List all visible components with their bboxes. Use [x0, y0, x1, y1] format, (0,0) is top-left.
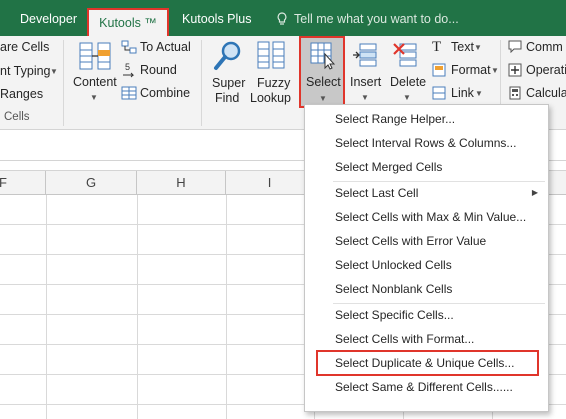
- fuzzy-lookup-icon: [257, 41, 285, 69]
- prevent-typing-button[interactable]: nt Typing: [0, 64, 51, 78]
- caret-down-icon: ▼: [403, 93, 411, 102]
- caret-down-icon: ▼: [50, 67, 58, 76]
- select-cells-icon: [310, 42, 336, 70]
- select-dropdown-menu: Select Range Helper... Select Interval R…: [304, 104, 549, 412]
- menu-item-select-unlocked-cells[interactable]: Select Unlocked Cells: [305, 253, 548, 277]
- group-separator: [63, 40, 64, 126]
- menu-item-select-last-cell[interactable]: Select Last Cell ▶: [305, 181, 548, 205]
- menu-item-select-interval-rows-columns[interactable]: Select Interval Rows & Columns...: [305, 131, 548, 155]
- select-label: Select: [306, 75, 341, 89]
- group-label-cells: Cells: [4, 111, 30, 123]
- menu-item-select-cells-with-format[interactable]: Select Cells with Format...: [305, 327, 548, 351]
- menu-item-select-same-different[interactable]: Select Same & Different Cells......: [305, 375, 548, 399]
- content-icon: [79, 42, 111, 70]
- caret-down-icon: ▼: [361, 93, 369, 102]
- fuzzy-lookup-label-line1: Fuzzy: [257, 76, 291, 90]
- svg-text:5: 5: [125, 62, 130, 72]
- menu-item-select-cells-error-value[interactable]: Select Cells with Error Value: [305, 229, 548, 253]
- caret-down-icon: ▼: [491, 66, 499, 75]
- round-icon: 5: [123, 62, 135, 78]
- text-t-icon: T: [432, 39, 442, 55]
- ribbon-tab-bar: Developer Kutools ™ Kutools Plus Tell me…: [0, 0, 566, 36]
- delete-label: Delete: [390, 75, 427, 89]
- group-separator: [201, 40, 202, 126]
- menu-item-label: Select Last Cell: [335, 186, 419, 200]
- insert-icon: [353, 43, 377, 67]
- column-header-g[interactable]: G: [46, 171, 137, 195]
- delete-icon: [393, 43, 417, 67]
- link-icon: [432, 86, 446, 100]
- calculator-icon: [509, 86, 521, 100]
- content-label: Content: [73, 75, 117, 89]
- menu-item-select-nonblank-cells[interactable]: Select Nonblank Cells: [305, 277, 548, 301]
- compare-cells-button[interactable]: are Cells: [0, 40, 49, 54]
- ranges-button[interactable]: Ranges: [0, 87, 43, 101]
- menu-item-select-cells-max-min[interactable]: Select Cells with Max & Min Value...: [305, 205, 548, 229]
- tell-me-search[interactable]: Tell me what you want to do...: [276, 0, 459, 36]
- submenu-arrow-icon: ▶: [531, 188, 538, 197]
- grid-line: [137, 195, 138, 419]
- grid-line: [226, 195, 227, 419]
- magnifier-icon: [214, 41, 241, 70]
- text-label: Text: [451, 40, 474, 54]
- comment-icon: [508, 40, 522, 53]
- super-find-label-line2: Find: [215, 91, 240, 105]
- operation-icon: [508, 63, 522, 77]
- column-header-h[interactable]: H: [137, 171, 226, 195]
- menu-item-select-range-helper[interactable]: Select Range Helper...: [305, 107, 548, 131]
- round-label: Round: [140, 63, 177, 77]
- tab-developer[interactable]: Developer: [20, 0, 77, 36]
- combine-icon: [121, 86, 137, 100]
- caret-down-icon: ▼: [319, 94, 327, 103]
- operation-label: Operati: [526, 63, 566, 77]
- caret-down-icon: ▼: [90, 93, 98, 102]
- caret-down-icon: ▼: [474, 43, 482, 52]
- caret-down-icon: ▼: [475, 89, 483, 98]
- combine-label: Combine: [140, 86, 191, 100]
- format-label: Format: [451, 63, 491, 77]
- super-find-label-line1: Super: [212, 76, 246, 90]
- menu-item-select-merged-cells[interactable]: Select Merged Cells: [305, 155, 548, 179]
- tell-me-text: Tell me what you want to do...: [294, 12, 459, 26]
- grid-line: [46, 195, 47, 419]
- tab-kutools-plus[interactable]: Kutools Plus: [182, 0, 251, 36]
- link-label: Link: [451, 86, 474, 100]
- menu-item-select-duplicate-unique[interactable]: Select Duplicate & Unique Cells...: [305, 351, 548, 375]
- fuzzy-lookup-label-line2: Lookup: [250, 91, 292, 105]
- tab-kutools[interactable]: Kutools ™: [87, 8, 169, 36]
- format-icon: [432, 63, 446, 77]
- lightbulb-icon: [277, 12, 287, 25]
- select-button[interactable]: Select ▼: [299, 36, 345, 108]
- to-actual-label: To Actual: [140, 40, 191, 54]
- calculator-label: Calcula: [526, 86, 566, 100]
- column-header-i[interactable]: I: [226, 171, 314, 195]
- insert-label: Insert: [350, 75, 382, 89]
- comment-label: Comm: [526, 40, 563, 54]
- menu-item-select-specific-cells[interactable]: Select Specific Cells...: [305, 303, 548, 327]
- column-header-f[interactable]: F: [0, 171, 46, 195]
- to-actual-icon: [121, 40, 137, 54]
